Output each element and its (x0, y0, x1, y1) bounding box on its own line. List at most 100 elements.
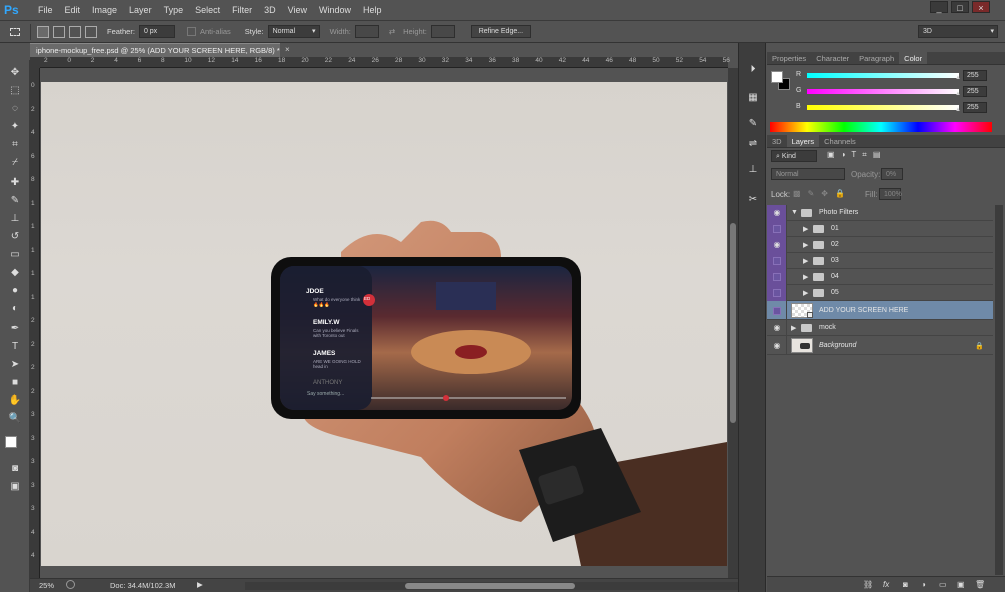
slider-value[interactable]: 255 (963, 70, 987, 81)
menu-image[interactable]: Image (86, 0, 123, 21)
layer-row[interactable]: ADD YOUR SCREEN HERE (767, 301, 993, 320)
tab-layers[interactable]: Layers (786, 135, 820, 147)
swatches-panel-icon[interactable]: ▦ (746, 91, 760, 105)
close-button[interactable]: × (972, 1, 990, 13)
visibility-cell[interactable]: ◉ (767, 237, 787, 253)
zoom-level[interactable]: 25% (39, 581, 54, 590)
slider-value[interactable]: 255 (963, 86, 987, 97)
rectangle-tool-icon[interactable]: ■ (6, 376, 24, 390)
lock-transparency-icon[interactable]: ▩ (793, 189, 801, 198)
chevron-right-icon[interactable]: ▶ (803, 273, 808, 281)
menu-window[interactable]: Window (313, 0, 357, 21)
add-selection-icon[interactable] (53, 25, 65, 38)
foreground-swatch[interactable] (771, 71, 783, 83)
tab-character[interactable]: Character (811, 52, 854, 64)
visibility-cell[interactable] (767, 253, 787, 269)
blend-mode-select[interactable]: Normal (771, 168, 845, 180)
group-icon[interactable]: ▭ (939, 580, 947, 589)
chevron-right-icon[interactable]: ▶ (803, 241, 808, 249)
slider-track[interactable] (807, 105, 959, 110)
menu-view[interactable]: View (282, 0, 313, 21)
slider-handle[interactable]: ▲ (955, 91, 961, 97)
swap-icon[interactable]: ⇄ (389, 27, 395, 36)
menu-type[interactable]: Type (158, 0, 190, 21)
eye-icon[interactable]: ◉ (772, 209, 782, 217)
tab-color[interactable]: Color (899, 52, 928, 64)
slider-handle[interactable]: ▲ (955, 107, 961, 113)
chevron-right-icon[interactable]: ▶ (803, 225, 808, 233)
hidden-eye-placeholder[interactable] (773, 273, 781, 281)
layers-scrollbar[interactable] (995, 205, 1003, 575)
eye-icon[interactable]: ◉ (772, 241, 782, 249)
eyedropper-icon[interactable]: ⌿ (6, 156, 24, 170)
adjustment-icon[interactable]: ◑ (921, 580, 926, 589)
magic-wand-icon[interactable]: ✦ (6, 120, 24, 134)
slider-track[interactable] (807, 73, 959, 78)
adjustment-filter-icon[interactable]: ◑ (841, 150, 846, 160)
document-canvas[interactable]: JDOE What do everyone think 🔥🔥🔥 EMILY.W … (41, 82, 727, 566)
tab-properties[interactable]: Properties (767, 52, 811, 64)
visibility-cell[interactable] (767, 221, 787, 237)
status-menu-arrow-icon[interactable]: ▶ (197, 580, 203, 589)
adjustments-panel-icon[interactable]: ⇌ (746, 137, 760, 151)
antialias-checkbox[interactable] (186, 27, 196, 36)
width-input[interactable] (354, 25, 379, 38)
new-layer-icon[interactable]: ▣ (957, 580, 965, 589)
maximize-button[interactable]: □ (951, 1, 969, 13)
layer-row[interactable]: ▶ 03 (767, 253, 993, 269)
layer-row[interactable]: ◉ ▶ mock (767, 320, 993, 336)
type-filter-icon[interactable]: T (851, 150, 856, 160)
slider-handle[interactable]: ▲ (955, 75, 961, 81)
subtract-selection-icon[interactable] (69, 25, 81, 38)
smart-object-filter-icon[interactable]: ▤ (873, 150, 881, 160)
minimize-button[interactable]: _ (930, 1, 948, 13)
slider-track[interactable] (807, 89, 959, 94)
horizontal-scrollbar[interactable] (245, 582, 745, 590)
layer-row[interactable]: ◉ ▶ 02 (767, 237, 993, 253)
visibility-cell[interactable] (767, 285, 787, 301)
hidden-eye-placeholder[interactable] (773, 306, 781, 315)
menu-layer[interactable]: Layer (123, 0, 158, 21)
clone-stamp-icon[interactable]: ⊥ (6, 212, 24, 226)
dodge-tool-icon[interactable]: ◐ (6, 302, 24, 316)
clone-source-icon[interactable]: ⊥ (746, 163, 760, 177)
crop-tool-icon[interactable]: ⌗ (6, 138, 24, 152)
mask-icon[interactable]: ◙ (903, 580, 908, 589)
healing-brush-icon[interactable]: ✚ (6, 176, 24, 190)
color-spectrum[interactable] (770, 122, 992, 132)
pen-tool-icon[interactable]: ✒ (6, 322, 24, 336)
visibility-cell[interactable] (767, 301, 787, 320)
visibility-cell[interactable]: ◉ (767, 320, 787, 336)
chevron-right-icon[interactable]: ▶ (791, 324, 796, 332)
layer-row[interactable]: ▶ 01 (767, 221, 993, 237)
tab-channels[interactable]: Channels (819, 135, 861, 147)
horizontal-scroll-thumb[interactable] (405, 583, 575, 589)
zoom-tool-icon[interactable]: 🔍 (6, 412, 24, 426)
chevron-right-icon[interactable]: ▶ (803, 257, 808, 265)
visibility-cell[interactable] (767, 269, 787, 285)
layer-row[interactable]: ▶ 05 (767, 285, 993, 301)
refine-edge-button[interactable]: Refine Edge... (470, 25, 531, 38)
lock-all-icon[interactable]: 🔒 (835, 189, 845, 198)
layer-row[interactable]: ◉ Background 🔒 (767, 336, 993, 355)
history-brush-icon[interactable]: ↺ (6, 230, 24, 244)
blur-tool-icon[interactable]: ● (6, 284, 24, 298)
menu-3d[interactable]: 3D (258, 0, 282, 21)
menu-file[interactable]: File (32, 0, 59, 21)
move-tool-icon[interactable]: ✥ (6, 66, 24, 80)
hand-tool-icon[interactable]: ✋ (6, 394, 24, 408)
eraser-icon[interactable]: ▭ (6, 248, 24, 262)
history-panel-icon[interactable]: ⏵ (746, 63, 760, 77)
hidden-eye-placeholder[interactable] (773, 225, 781, 233)
layer-row[interactable]: ◉ ▼ Photo Filters (767, 205, 993, 221)
slider-value[interactable]: 255 (963, 102, 987, 113)
hidden-eye-placeholder[interactable] (773, 289, 781, 297)
lock-pixels-icon[interactable]: ✎ (808, 189, 815, 198)
style-select[interactable]: Normal ▾ (267, 25, 320, 38)
fx-icon[interactable]: fx (883, 580, 889, 589)
chevron-down-icon[interactable]: ▼ (791, 209, 798, 216)
eye-icon[interactable]: ◉ (772, 341, 782, 350)
screen-mode-icon[interactable]: ▣ (6, 480, 24, 494)
menu-edit[interactable]: Edit (59, 0, 87, 21)
visibility-cell[interactable]: ◉ (767, 205, 787, 221)
